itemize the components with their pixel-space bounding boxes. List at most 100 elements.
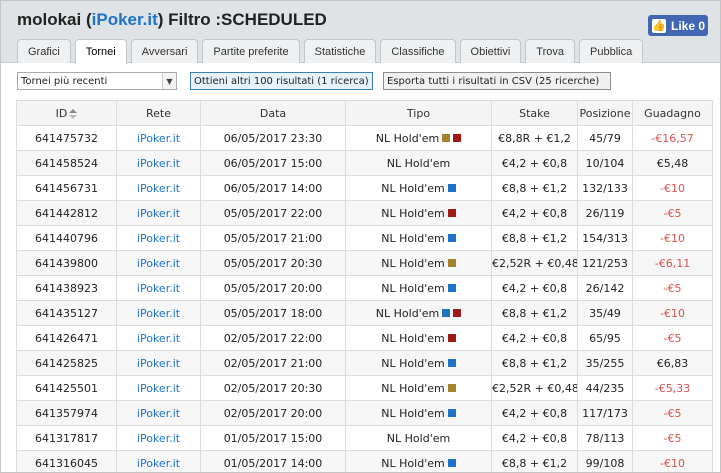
cell-network-link[interactable]: iPoker.it	[116, 400, 201, 426]
cell-network-link[interactable]: iPoker.it	[116, 450, 201, 472]
cell-position: 35/255	[577, 350, 633, 376]
cell-date: 05/05/2017 18:00	[200, 300, 346, 326]
column-header-tipo[interactable]: Tipo	[345, 100, 492, 126]
cell-network-link[interactable]: iPoker.it	[116, 425, 201, 451]
table-row[interactable]: 641357974 iPoker.it 02/05/2017 20:00 NL Hol…	[16, 400, 713, 426]
cell-id: 641317817	[16, 425, 117, 451]
cell-id-text: 641435127	[35, 306, 98, 320]
cell-stake: €2,52R + €0,48	[491, 375, 578, 401]
cell-type: NL Hold'em	[345, 375, 492, 401]
cell-network-link[interactable]: iPoker.it	[116, 275, 201, 301]
cell-type-text: NL Hold'em	[381, 256, 445, 270]
table-row[interactable]: 641458524 iPoker.it 06/05/2017 15:00 NL Hol…	[16, 150, 713, 176]
cell-stake: €2,52R + €0,48	[491, 250, 578, 276]
cell-network-link[interactable]: iPoker.it	[116, 200, 201, 226]
tab-pubblica[interactable]: Pubblica	[579, 39, 644, 63]
schedule-badge-icon	[447, 358, 456, 367]
tab-statistiche[interactable]: Statistiche	[303, 39, 377, 63]
cell-network-link[interactable]: iPoker.it	[116, 300, 201, 326]
cell-date-text: 06/05/2017 15:00	[223, 156, 323, 170]
table-row[interactable]: 641456731 iPoker.it 06/05/2017 14:00 NL Hol…	[16, 175, 713, 201]
cell-network-link[interactable]: iPoker.it	[116, 150, 201, 176]
tab-classifiche[interactable]: Classifiche	[380, 39, 456, 63]
table-row[interactable]: 641475732 iPoker.it 06/05/2017 23:30 NL Hol…	[16, 125, 713, 151]
cell-network-link[interactable]: iPoker.it	[116, 350, 201, 376]
cell-stake: €4,2 + €0,8	[491, 200, 578, 226]
cell-network-link[interactable]: iPoker.it	[116, 225, 201, 251]
cell-id: 641442812	[16, 200, 117, 226]
site-link[interactable]: iPoker.it	[92, 10, 158, 29]
cell-winnings-text: -€5	[663, 406, 682, 420]
cell-winnings: -€5	[632, 400, 713, 426]
cell-date: 06/05/2017 15:00	[200, 150, 346, 176]
table-header-row: ID Rete Data Tipo Stake Posizione Guadagno	[16, 100, 713, 126]
tab-grafici[interactable]: Grafici	[17, 39, 71, 63]
cell-stake: €8,8 + €1,2	[491, 175, 578, 201]
table-row[interactable]: 641438923 iPoker.it 05/05/2017 20:00 NL Hol…	[16, 275, 713, 301]
table-row[interactable]: 641425825 iPoker.it 02/05/2017 21:00 NL Hol…	[16, 350, 713, 376]
export-csv-button[interactable]: Esporta tutti i risultati in CSV (25 ric…	[383, 72, 611, 90]
cell-network-link-text: iPoker.it	[136, 331, 181, 345]
tab-bar: Grafici Tornei Avversari Partite preferite S…	[17, 39, 647, 64]
column-header-rete[interactable]: Rete	[116, 100, 201, 126]
table-row[interactable]: 641425501 iPoker.it 02/05/2017 20:30 NL Hol…	[16, 375, 713, 401]
chevron-down-icon: ▼	[162, 73, 176, 89]
cell-network-link[interactable]: iPoker.it	[116, 375, 201, 401]
cell-date: 01/05/2017 15:00	[200, 425, 346, 451]
cell-winnings-text: €5,48	[656, 156, 689, 170]
more-results-button[interactable]: Ottieni altri 100 risultati (1 ricerca)	[190, 72, 373, 90]
cell-network-link[interactable]: iPoker.it	[116, 250, 201, 276]
cell-position: 35/49	[577, 300, 633, 326]
cell-position-text: 26/142	[585, 281, 625, 295]
cell-position-text: 132/133	[582, 181, 628, 195]
tab-partite-preferite[interactable]: Partite preferite	[202, 39, 300, 63]
cell-position-text: 154/313	[582, 231, 628, 245]
cell-position-text: 99/108	[585, 456, 625, 470]
table-row[interactable]: 641439800 iPoker.it 05/05/2017 20:30 NL Hol…	[16, 250, 713, 276]
turbo-badge-icon	[453, 308, 462, 317]
tab-tornei[interactable]: Tornei	[74, 39, 127, 64]
cell-winnings-text: -€5	[663, 331, 682, 345]
table-row[interactable]: 641317817 iPoker.it 01/05/2017 15:00 NL Hol…	[16, 425, 713, 451]
sort-icon[interactable]	[69, 108, 78, 119]
tab-obiettivi[interactable]: Obiettivi	[459, 39, 522, 63]
cell-date: 02/05/2017 20:00	[200, 400, 346, 426]
cell-id-text: 641475732	[35, 131, 98, 145]
prize-badge-icon	[447, 258, 456, 267]
cell-type: NL Hold'em	[345, 300, 492, 326]
cell-network-link[interactable]: iPoker.it	[116, 125, 201, 151]
cell-position-text: 26/119	[585, 206, 625, 220]
column-header-id[interactable]: ID	[16, 100, 117, 126]
tab-avversari[interactable]: Avversari	[130, 39, 199, 63]
table-row[interactable]: 641426471 iPoker.it 02/05/2017 22:00 NL Hol…	[16, 325, 713, 351]
cell-winnings-text: -€6,11	[654, 256, 691, 270]
column-header-guadagno[interactable]: Guadagno	[632, 100, 713, 126]
cell-network-link[interactable]: iPoker.it	[116, 325, 201, 351]
table-row[interactable]: 641316045 iPoker.it 01/05/2017 14:00 NL Hol…	[16, 450, 713, 472]
cell-network-link-text: iPoker.it	[136, 431, 181, 445]
tab-trova[interactable]: Trova	[525, 39, 576, 63]
cell-date: 02/05/2017 21:00	[200, 350, 346, 376]
cell-id: 641425501	[16, 375, 117, 401]
cell-stake: €4,2 + €0,8	[491, 425, 578, 451]
table-row[interactable]: 641442812 iPoker.it 05/05/2017 22:00 NL Hol…	[16, 200, 713, 226]
facebook-like-button[interactable]: 👍 Like 0	[648, 15, 708, 36]
cell-stake-text: €4,2 + €0,8	[501, 331, 568, 345]
cell-position: 154/313	[577, 225, 633, 251]
table-row[interactable]: 641435127 iPoker.it 05/05/2017 18:00 NL Hol…	[16, 300, 713, 326]
column-header-stake[interactable]: Stake	[491, 100, 578, 126]
cell-type-text: NL Hold'em	[381, 281, 445, 295]
column-header-posizione[interactable]: Posizione	[577, 100, 633, 126]
table-row[interactable]: 641440796 iPoker.it 05/05/2017 21:00 NL Hol…	[16, 225, 713, 251]
cell-type-text: NL Hold'em	[381, 381, 445, 395]
cell-stake-text: €8,8R + €1,2	[498, 131, 571, 145]
column-header-data[interactable]: Data	[200, 100, 346, 126]
cell-id: 641440796	[16, 225, 117, 251]
cell-network-link-text: iPoker.it	[136, 281, 181, 295]
cell-id: 641475732	[16, 125, 117, 151]
results-select[interactable]: Tornei più recenti ▼	[17, 72, 177, 90]
cell-type-text: NL Hold'em	[381, 456, 445, 470]
cell-network-link[interactable]: iPoker.it	[116, 175, 201, 201]
cell-id-text: 641357974	[35, 406, 98, 420]
cell-position-text: 10/104	[585, 156, 625, 170]
